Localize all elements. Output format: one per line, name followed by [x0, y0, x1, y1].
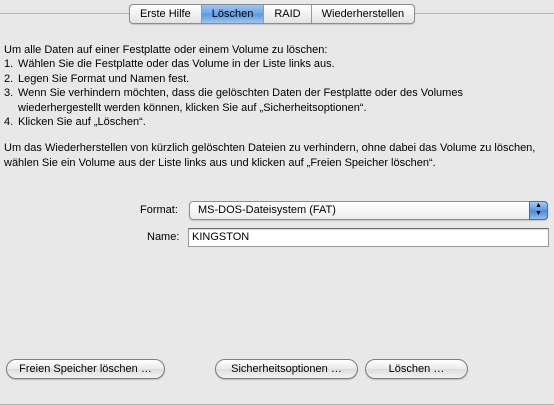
- erase-button[interactable]: Löschen …: [365, 359, 468, 379]
- tab-raid[interactable]: RAID: [263, 5, 310, 23]
- instructions-intro: Um alle Daten auf einer Festplatte oder …: [4, 44, 328, 56]
- tab-first-aid[interactable]: Erste Hilfe: [130, 5, 201, 23]
- step-item: 2. Legen Sie Format und Namen fest.: [4, 72, 538, 87]
- name-label: Name:: [147, 231, 180, 243]
- security-options-button[interactable]: Sicherheitsoptionen …: [215, 359, 358, 379]
- free-space-explanation: Um das Wiederherstellen von kürzlich gel…: [4, 142, 536, 169]
- step-text: Legen Sie Format und Namen fest.: [18, 72, 190, 85]
- tab-erase[interactable]: Löschen: [200, 5, 264, 23]
- step-number: 2.: [4, 72, 14, 85]
- step-text: Wenn Sie verhindern möchten, dass die ge…: [18, 87, 463, 114]
- instructions-steps: 1. Wählen Sie die Festplatte oder das Vo…: [4, 57, 538, 130]
- format-value: MS-DOS-Dateisystem (FAT): [198, 204, 336, 216]
- step-number: 4.: [4, 116, 14, 128]
- format-popup[interactable]: MS-DOS-Dateisystem (FAT) ▲ ▼: [189, 201, 548, 220]
- name-field[interactable]: KINGSTON: [188, 228, 549, 247]
- step-number: 3.: [4, 87, 14, 99]
- step-item: 4. Klicken Sie auf „Löschen“.: [4, 115, 538, 130]
- format-label: Format:: [140, 204, 178, 216]
- step-text: Wählen Sie die Festplatte oder das Volum…: [18, 58, 335, 70]
- up-down-arrows-icon: ▲ ▼: [529, 201, 548, 220]
- erase-free-space-button[interactable]: Freien Speicher löschen …: [6, 359, 165, 379]
- tab-bar: Erste Hilfe Löschen RAID Wiederherstelle…: [129, 4, 416, 24]
- step-text: Klicken Sie auf „Löschen“.: [18, 116, 146, 128]
- tab-restore[interactable]: Wiederherstellen: [310, 5, 415, 23]
- step-item: 3. Wenn Sie verhindern möchten, dass die…: [4, 86, 538, 115]
- step-item: 1. Wählen Sie die Festplatte oder das Vo…: [4, 57, 538, 72]
- step-number: 1.: [4, 58, 14, 70]
